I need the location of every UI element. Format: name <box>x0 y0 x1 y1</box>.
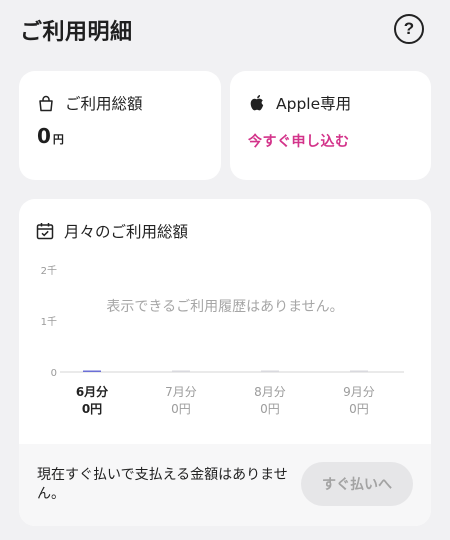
month-label: 6月分 <box>75 385 109 399</box>
chart-bar <box>261 370 279 372</box>
month-column-jun[interactable]: 6月分 0円 <box>57 384 127 418</box>
shopping-bag-icon <box>37 94 55 112</box>
apple-logo-icon <box>248 94 266 112</box>
apple-card[interactable]: Apple専用 今すぐ申し込む <box>230 71 431 180</box>
month-value: 0円 <box>349 402 369 416</box>
help-icon: ? <box>403 19 415 38</box>
y-tick-label: 0 <box>51 368 57 379</box>
apply-now-link[interactable]: 今すぐ申し込む <box>248 131 350 151</box>
page-title: ご利用明細 <box>20 20 133 45</box>
month-column-sep[interactable]: 9月分 0円 <box>324 384 394 418</box>
chart-bar <box>83 370 101 372</box>
header: ご利用明細 ? <box>0 0 450 60</box>
usage-total-label: ご利用総額 <box>65 95 143 113</box>
usage-total-amount: 0 円 <box>37 124 64 148</box>
pay-now-section: 現在すぐ払いで支払える金額はありません。 すぐ払いへ <box>19 444 431 526</box>
y-tick-label: 1千 <box>41 316 57 328</box>
month-column-jul[interactable]: 7月分 0円 <box>146 384 216 418</box>
usage-total-unit: 円 <box>52 133 64 146</box>
apple-card-header: Apple専用 <box>248 92 351 114</box>
usage-total-header: ご利用総額 <box>37 92 143 114</box>
month-value: 0円 <box>260 402 280 416</box>
pay-now-button[interactable]: すぐ払いへ <box>301 462 413 506</box>
month-label: 7月分 <box>165 385 197 399</box>
month-column-aug[interactable]: 8月分 0円 <box>235 384 305 418</box>
apple-card-label: Apple専用 <box>276 95 352 113</box>
month-label: 8月分 <box>254 385 286 399</box>
month-label: 9月分 <box>343 385 375 399</box>
usage-statement-page: ご利用明細 ? ご利用総額 0 円 Apple専用 今すぐ申し込む 月々のご利用… <box>0 0 450 540</box>
month-value: 0円 <box>81 402 103 416</box>
chart-bar <box>350 370 368 372</box>
pay-now-notice: 現在すぐ払いで支払える金額はありません。 <box>37 467 288 502</box>
monthly-usage-card: 月々のご利用総額 0 1千 2千 表示できるご利用履歴はありません。 6月分 0円 … <box>19 199 431 526</box>
help-button[interactable]: ? <box>394 14 424 44</box>
usage-total-card[interactable]: ご利用総額 0 円 <box>19 71 221 180</box>
usage-total-value: 0 <box>37 124 51 148</box>
month-value: 0円 <box>171 402 191 416</box>
empty-history-message: 表示できるご利用履歴はありません。 <box>106 299 344 315</box>
y-tick-label: 2千 <box>41 265 57 277</box>
chart-bar <box>172 370 190 372</box>
